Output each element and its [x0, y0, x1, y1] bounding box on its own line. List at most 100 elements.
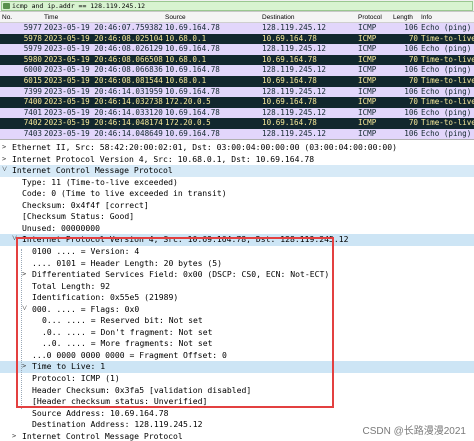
packet-list: No. Time Source Destination Protocol Len…	[0, 12, 474, 139]
packet-cell-time: 2023-05-19 20:46:08.026129	[44, 44, 163, 54]
detail-row[interactable]: ˅ Internet Control Message Protocol	[0, 165, 474, 177]
expand-arrow-icon[interactable]: >	[22, 269, 30, 281]
packet-cell-info: Time-to-live	[421, 118, 474, 128]
packet-list-header: No. Time Source Destination Protocol Len…	[0, 12, 474, 23]
packet-cell-no: 5980	[23, 54, 42, 64]
packet-cell-time: 2023-05-19 20:46:14.033120	[44, 107, 163, 117]
detail-text: Unused: 00000000	[22, 222, 100, 233]
packet-row[interactable]: 5977 2023-05-19 20:46:07.759382 10.69.164.…	[0, 23, 474, 34]
column-header-no[interactable]: No.	[2, 12, 12, 23]
detail-row[interactable]: ...0 0000 0000 0000 = Fragment Offset: 0	[0, 350, 474, 362]
packet-row[interactable]: 7400 2023-05-19 20:46:14.032738 172.20.0.5…	[0, 97, 474, 108]
packet-row[interactable]: 6000 2023-05-19 20:46:08.066836 10.69.164.…	[0, 65, 474, 76]
packet-row[interactable]: 7403 2023-05-19 20:46:14.048649 10.69.164.…	[0, 129, 474, 139]
watermark: CSDN @长路漫漫2021	[362, 426, 466, 437]
packet-row[interactable]: 5980 2023-05-19 20:46:08.066508 10.68.0.1 1…	[0, 54, 474, 66]
detail-text: Internet Control Message Protocol	[22, 430, 183, 441]
detail-row[interactable]: Header Checksum: 0x3fa5 [validation disa…	[0, 385, 474, 397]
expand-arrow-icon[interactable]: >	[2, 154, 10, 166]
packet-cell-dst: 10.69.164.78	[262, 33, 317, 43]
detail-row[interactable]: Unused: 00000000	[0, 223, 474, 235]
detail-text: 000. .... = Flags: 0x0	[32, 303, 140, 314]
packet-cell-no: 7401	[23, 107, 42, 117]
detail-row[interactable]: [Checksum Status: Good]	[0, 211, 474, 223]
packet-row[interactable]: 7399 2023-05-19 20:46:14.031959 10.69.164.…	[0, 86, 474, 98]
packet-cell-len: 70	[408, 76, 418, 85]
detail-text: Source Address: 10.69.164.78	[32, 407, 169, 418]
packet-cell-time: 2023-05-19 20:46:14.048174	[44, 118, 163, 128]
display-filter-input[interactable]: icmp and ip.addr == 128.119.245.12	[1, 1, 473, 11]
expand-arrow-icon[interactable]: >	[2, 142, 10, 154]
collapse-arrow-icon[interactable]: ˅	[22, 304, 30, 316]
packet-cell-dst: 10.69.164.78	[262, 118, 317, 128]
column-header-destination[interactable]: Destination	[262, 12, 295, 23]
detail-row[interactable]: Checksum: 0x4f4f [correct]	[0, 200, 474, 212]
detail-row[interactable]: ˅ 000. .... = Flags: 0x0	[0, 304, 474, 316]
detail-row[interactable]: Identification: 0x55e5 (21989)	[0, 292, 474, 304]
detail-row[interactable]: 0100 .... = Version: 4	[0, 246, 474, 258]
detail-row[interactable]: ..0. .... = More fragments: Not set	[0, 338, 474, 350]
detail-row[interactable]: .0.. .... = Don't fragment: Not set	[0, 327, 474, 339]
detail-row[interactable]: [Header checksum status: Unverified]	[0, 396, 474, 408]
detail-text: Header Checksum: 0x3fa5 [validation disa…	[32, 384, 252, 395]
packet-cell-info: Echo (ping)	[421, 107, 472, 117]
column-header-time[interactable]: Time	[44, 12, 58, 23]
detail-row[interactable]: .... 0101 = Header Length: 20 bytes (5)	[0, 258, 474, 270]
detail-row[interactable]: > Time to Live: 1	[0, 361, 474, 373]
packet-cell-time: 2023-05-19 20:46:08.025104	[44, 33, 163, 43]
expand-arrow-icon[interactable]: >	[22, 361, 30, 373]
packet-cell-src: 10.69.164.78	[165, 129, 220, 138]
packet-cell-src: 10.69.164.78	[165, 65, 220, 75]
packet-cell-no: 7399	[23, 86, 42, 96]
packet-cell-src: 10.69.164.78	[165, 107, 220, 117]
packet-cell-len: 70	[408, 97, 418, 107]
detail-text: Identification: 0x55e5 (21989)	[32, 292, 179, 303]
detail-row[interactable]: > Differentiated Services Field: 0x00 (DS…	[0, 269, 474, 281]
detail-row[interactable]: ˅ Internet Protocol Version 4, Src: 10.69…	[0, 234, 474, 246]
column-header-length[interactable]: Length	[393, 12, 413, 23]
packet-cell-proto: ICMP	[358, 44, 377, 54]
detail-row[interactable]: 0... .... = Reserved bit: Not set	[0, 315, 474, 327]
detail-text: Internet Control Message Protocol	[12, 165, 173, 176]
detail-text: ..0. .... = More fragments: Not set	[42, 338, 213, 349]
packet-row[interactable]: 7401 2023-05-19 20:46:14.033120 10.69.164.…	[0, 107, 474, 119]
packet-cell-proto: ICMP	[358, 33, 377, 43]
packet-cell-src: 10.69.164.78	[165, 23, 220, 32]
packet-cell-no: 7403	[23, 129, 42, 138]
detail-text: 0100 .... = Version: 4	[32, 245, 140, 256]
detail-row[interactable]: > Internet Protocol Version 4, Src: 10.68…	[0, 154, 474, 166]
packet-cell-info: Time-to-live	[421, 76, 474, 85]
packet-cell-dst: 10.69.164.78	[262, 76, 317, 85]
packet-row[interactable]: 6015 2023-05-19 20:46:08.081544 10.68.0.1 1…	[0, 76, 474, 87]
packet-cell-no: 5978	[23, 33, 42, 43]
packet-cell-proto: ICMP	[358, 65, 377, 75]
packet-row[interactable]: 5979 2023-05-19 20:46:08.026129 10.69.164.…	[0, 44, 474, 55]
column-header-info[interactable]: Info	[421, 12, 432, 23]
detail-text: Type: 11 (Time-to-live exceeded)	[22, 176, 178, 187]
packet-cell-src: 172.20.0.5	[165, 118, 211, 128]
packet-row[interactable]: 5978 2023-05-19 20:46:08.025104 10.68.0.1 1…	[0, 33, 474, 45]
bookmark-icon[interactable]	[3, 3, 10, 9]
expand-arrow-icon[interactable]: >	[12, 431, 20, 441]
packet-cell-src: 10.69.164.78	[165, 44, 220, 54]
detail-row[interactable]: Code: 0 (Time to live exceeded in transi…	[0, 188, 474, 200]
packet-cell-dst: 128.119.245.12	[262, 44, 327, 54]
column-header-source[interactable]: Source	[165, 12, 186, 23]
detail-text: ...0 0000 0000 0000 = Fragment Offset: 0	[32, 349, 227, 360]
packet-cell-proto: ICMP	[358, 86, 377, 96]
detail-text: .0.. .... = Don't fragment: Not set	[42, 326, 213, 337]
detail-row[interactable]: > Ethernet II, Src: 58:42:20:00:02:01, Ds…	[0, 142, 474, 154]
collapse-arrow-icon[interactable]: ˅	[2, 165, 10, 177]
detail-row[interactable]: Protocol: ICMP (1)	[0, 373, 474, 385]
detail-text: Internet Protocol Version 4, Src: 10.68.…	[12, 153, 315, 164]
detail-row[interactable]: Source Address: 10.69.164.78	[0, 408, 474, 420]
detail-text: .... 0101 = Header Length: 20 bytes (5)	[32, 257, 223, 268]
packet-cell-no: 5979	[23, 44, 42, 54]
detail-row[interactable]: Type: 11 (Time-to-live exceeded)	[0, 177, 474, 189]
packet-cell-len: 70	[408, 54, 418, 64]
packet-row[interactable]: 7402 2023-05-19 20:46:14.048174 172.20.0.5…	[0, 118, 474, 129]
column-header-protocol[interactable]: Protocol	[358, 12, 382, 23]
packet-cell-time: 2023-05-19 20:46:14.048649	[44, 129, 163, 138]
collapse-arrow-icon[interactable]: ˅	[12, 234, 20, 246]
detail-row[interactable]: Total Length: 92	[0, 281, 474, 293]
